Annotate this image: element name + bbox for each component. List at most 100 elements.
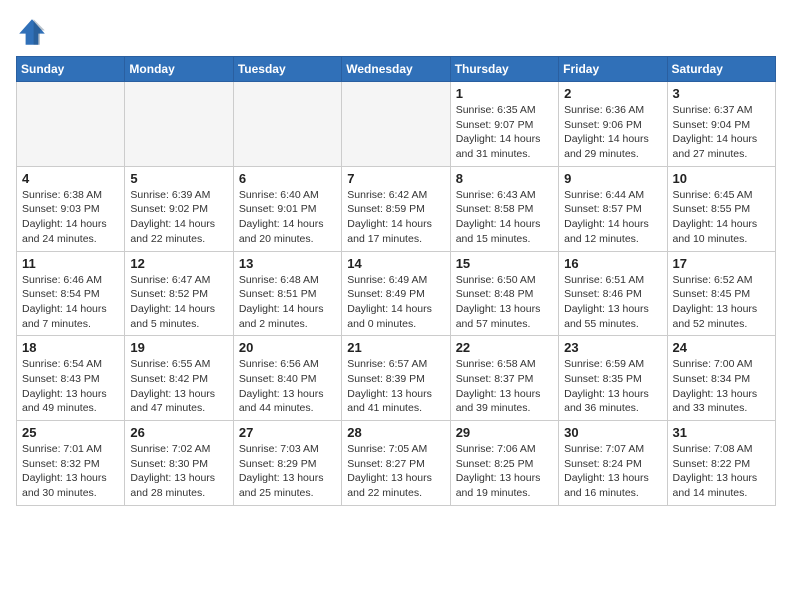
day-number: 31 [673, 425, 770, 440]
day-info: Sunrise: 6:37 AMSunset: 9:04 PMDaylight:… [673, 103, 770, 162]
calendar-week-row: 18 Sunrise: 6:54 AMSunset: 8:43 PMDayligh… [17, 336, 776, 421]
calendar-cell: 24Sunrise: 7:00 AMSunset: 8:34 PMDayligh… [667, 336, 775, 421]
calendar-cell [125, 82, 233, 167]
calendar-cell: 30 Sunrise: 7:07 AMSunset: 8:24 PMDayligh… [559, 421, 667, 506]
day-number: 3 [673, 86, 770, 101]
page-header [16, 16, 776, 48]
day-number: 27 [239, 425, 336, 440]
calendar-cell: 16 Sunrise: 6:51 AMSunset: 8:46 PMDayligh… [559, 251, 667, 336]
calendar-cell: 23 Sunrise: 6:59 AMSunset: 8:35 PMDayligh… [559, 336, 667, 421]
day-number: 5 [130, 171, 227, 186]
day-info: Sunrise: 6:39 AMSunset: 9:02 PMDaylight:… [130, 188, 227, 247]
calendar-cell: 27 Sunrise: 7:03 AMSunset: 8:29 PMDayligh… [233, 421, 341, 506]
day-info: Sunrise: 6:47 AMSunset: 8:52 PMDaylight:… [130, 273, 227, 332]
day-info: Sunrise: 6:48 AMSunset: 8:51 PMDaylight:… [239, 273, 336, 332]
day-info: Sunrise: 6:49 AMSunset: 8:49 PMDaylight:… [347, 273, 444, 332]
calendar-cell: 31Sunrise: 7:08 AMSunset: 8:22 PMDayligh… [667, 421, 775, 506]
col-header-friday: Friday [559, 57, 667, 82]
day-number: 19 [130, 340, 227, 355]
day-info: Sunrise: 7:01 AMSunset: 8:32 PMDaylight:… [22, 442, 119, 501]
day-number: 7 [347, 171, 444, 186]
day-info: Sunrise: 7:06 AMSunset: 8:25 PMDaylight:… [456, 442, 553, 501]
day-info: Sunrise: 6:36 AMSunset: 9:06 PMDaylight:… [564, 103, 661, 162]
calendar-cell: 15 Sunrise: 6:50 AMSunset: 8:48 PMDayligh… [450, 251, 558, 336]
day-number: 24 [673, 340, 770, 355]
day-info: Sunrise: 6:38 AMSunset: 9:03 PMDaylight:… [22, 188, 119, 247]
day-info: Sunrise: 6:55 AMSunset: 8:42 PMDaylight:… [130, 357, 227, 416]
calendar-cell: 2 Sunrise: 6:36 AMSunset: 9:06 PMDaylight… [559, 82, 667, 167]
day-info: Sunrise: 7:05 AMSunset: 8:27 PMDaylight:… [347, 442, 444, 501]
calendar-cell: 10 Sunrise: 6:45 AMSunset: 8:55 PMDayligh… [667, 166, 775, 251]
calendar-cell [17, 82, 125, 167]
day-number: 20 [239, 340, 336, 355]
calendar-cell: 12 Sunrise: 6:47 AMSunset: 8:52 PMDayligh… [125, 251, 233, 336]
calendar-cell: 22 Sunrise: 6:58 AMSunset: 8:37 PMDayligh… [450, 336, 558, 421]
calendar-cell: 7 Sunrise: 6:42 AMSunset: 8:59 PMDaylight… [342, 166, 450, 251]
col-header-monday: Monday [125, 57, 233, 82]
day-number: 1 [456, 86, 553, 101]
day-number: 15 [456, 256, 553, 271]
day-number: 25 [22, 425, 119, 440]
calendar-cell: 4 Sunrise: 6:38 AMSunset: 9:03 PMDaylight… [17, 166, 125, 251]
calendar-cell: 11 Sunrise: 6:46 AMSunset: 8:54 PMDayligh… [17, 251, 125, 336]
day-number: 6 [239, 171, 336, 186]
day-info: Sunrise: 6:54 AMSunset: 8:43 PMDaylight:… [22, 357, 119, 416]
day-info: Sunrise: 7:07 AMSunset: 8:24 PMDaylight:… [564, 442, 661, 501]
day-number: 13 [239, 256, 336, 271]
day-info: Sunrise: 6:50 AMSunset: 8:48 PMDaylight:… [456, 273, 553, 332]
calendar-table: SundayMondayTuesdayWednesdayThursdayFrid… [16, 56, 776, 506]
calendar-cell: 28 Sunrise: 7:05 AMSunset: 8:27 PMDayligh… [342, 421, 450, 506]
day-number: 11 [22, 256, 119, 271]
day-info: Sunrise: 6:46 AMSunset: 8:54 PMDaylight:… [22, 273, 119, 332]
day-number: 12 [130, 256, 227, 271]
day-info: Sunrise: 6:45 AMSunset: 8:55 PMDaylight:… [673, 188, 770, 247]
day-info: Sunrise: 6:51 AMSunset: 8:46 PMDaylight:… [564, 273, 661, 332]
day-number: 4 [22, 171, 119, 186]
day-info: Sunrise: 6:58 AMSunset: 8:37 PMDaylight:… [456, 357, 553, 416]
calendar-week-row: 1 Sunrise: 6:35 AMSunset: 9:07 PMDaylight… [17, 82, 776, 167]
day-number: 28 [347, 425, 444, 440]
calendar-week-row: 25 Sunrise: 7:01 AMSunset: 8:32 PMDayligh… [17, 421, 776, 506]
day-number: 10 [673, 171, 770, 186]
calendar-cell: 9Sunrise: 6:44 AMSunset: 8:57 PMDaylight… [559, 166, 667, 251]
day-number: 22 [456, 340, 553, 355]
day-info: Sunrise: 6:52 AMSunset: 8:45 PMDaylight:… [673, 273, 770, 332]
day-info: Sunrise: 6:35 AMSunset: 9:07 PMDaylight:… [456, 103, 553, 162]
day-number: 2 [564, 86, 661, 101]
calendar-cell: 19 Sunrise: 6:55 AMSunset: 8:42 PMDayligh… [125, 336, 233, 421]
day-number: 21 [347, 340, 444, 355]
col-header-thursday: Thursday [450, 57, 558, 82]
day-info: Sunrise: 6:40 AMSunset: 9:01 PMDaylight:… [239, 188, 336, 247]
day-number: 29 [456, 425, 553, 440]
calendar-cell [342, 82, 450, 167]
calendar-header-row: SundayMondayTuesdayWednesdayThursdayFrid… [17, 57, 776, 82]
day-info: Sunrise: 6:43 AMSunset: 8:58 PMDaylight:… [456, 188, 553, 247]
calendar-cell: 1 Sunrise: 6:35 AMSunset: 9:07 PMDaylight… [450, 82, 558, 167]
day-info: Sunrise: 6:59 AMSunset: 8:35 PMDaylight:… [564, 357, 661, 416]
logo-icon [16, 16, 48, 48]
calendar-week-row: 11 Sunrise: 6:46 AMSunset: 8:54 PMDayligh… [17, 251, 776, 336]
day-number: 23 [564, 340, 661, 355]
day-info: Sunrise: 6:56 AMSunset: 8:40 PMDaylight:… [239, 357, 336, 416]
day-info: Sunrise: 6:44 AMSunset: 8:57 PMDaylight:… [564, 188, 661, 247]
day-number: 16 [564, 256, 661, 271]
calendar-cell: 6 Sunrise: 6:40 AMSunset: 9:01 PMDaylight… [233, 166, 341, 251]
calendar-cell: 3 Sunrise: 6:37 AMSunset: 9:04 PMDaylight… [667, 82, 775, 167]
col-header-tuesday: Tuesday [233, 57, 341, 82]
day-number: 18 [22, 340, 119, 355]
logo [16, 16, 52, 48]
day-number: 30 [564, 425, 661, 440]
col-header-saturday: Saturday [667, 57, 775, 82]
calendar-cell [233, 82, 341, 167]
day-info: Sunrise: 6:42 AMSunset: 8:59 PMDaylight:… [347, 188, 444, 247]
day-info: Sunrise: 6:57 AMSunset: 8:39 PMDaylight:… [347, 357, 444, 416]
calendar-cell: 5 Sunrise: 6:39 AMSunset: 9:02 PMDaylight… [125, 166, 233, 251]
calendar-cell: 21 Sunrise: 6:57 AMSunset: 8:39 PMDayligh… [342, 336, 450, 421]
col-header-sunday: Sunday [17, 57, 125, 82]
calendar-cell: 25 Sunrise: 7:01 AMSunset: 8:32 PMDayligh… [17, 421, 125, 506]
calendar-week-row: 4 Sunrise: 6:38 AMSunset: 9:03 PMDaylight… [17, 166, 776, 251]
calendar-cell: 26Sunrise: 7:02 AMSunset: 8:30 PMDayligh… [125, 421, 233, 506]
day-number: 26 [130, 425, 227, 440]
day-info: Sunrise: 7:03 AMSunset: 8:29 PMDaylight:… [239, 442, 336, 501]
day-number: 8 [456, 171, 553, 186]
